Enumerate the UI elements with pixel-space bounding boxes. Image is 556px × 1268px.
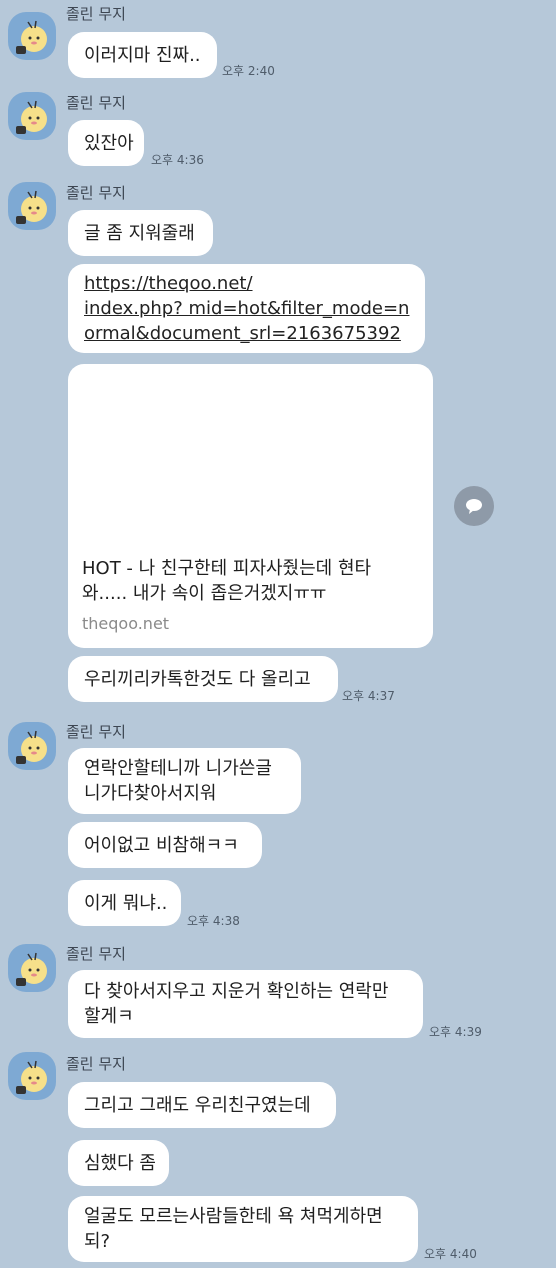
muzi-avatar-icon[interactable] <box>8 182 56 230</box>
link-preview-title: HOT - 나 친구한테 피자사줬는데 현타 와..... 내가 속이 좁은거겠… <box>82 558 372 604</box>
message-time: 오후 4:39 <box>429 1025 482 1039</box>
share-bubble-icon[interactable] <box>454 486 494 526</box>
message-bubble[interactable]: 우리끼리카톡한것도 다 올리고 <box>68 656 338 702</box>
url-line[interactable]: index.php? mid=hot&filter_mode=n <box>84 296 409 321</box>
sender-name: 졸린 무지 <box>66 184 126 202</box>
muzi-avatar-icon[interactable] <box>8 92 56 140</box>
sender-name: 졸린 무지 <box>66 945 126 963</box>
sender-name: 졸린 무지 <box>66 5 126 23</box>
message-time: 오후 4:40 <box>424 1247 477 1261</box>
message-bubble[interactable]: 연락안할테니까 니가쓴글 니가다찾아서지워 <box>68 748 301 814</box>
message-bubble[interactable]: 이게 뭐냐.. <box>68 880 181 926</box>
url-line[interactable]: ormal&document_srl=2163675392 <box>84 321 409 346</box>
message-bubble[interactable]: 심했다 좀 <box>68 1140 169 1186</box>
message-time: 오후 4:38 <box>187 914 240 928</box>
link-preview-card[interactable]: HOT - 나 친구한테 피자사줬는데 현타 와..... 내가 속이 좁은거겠… <box>68 364 433 648</box>
link-preview-domain: theqoo.net <box>82 614 170 633</box>
message-time: 오후 4:37 <box>342 689 395 703</box>
muzi-avatar-icon[interactable] <box>8 12 56 60</box>
message-bubble[interactable]: 다 찾아서지우고 지운거 확인하는 연락만 할게ㅋ <box>68 970 423 1038</box>
message-bubble[interactable]: 이러지마 진짜.. <box>68 32 217 78</box>
sender-name: 졸린 무지 <box>66 1055 126 1073</box>
sender-name: 졸린 무지 <box>66 723 126 741</box>
sender-name: 졸린 무지 <box>66 94 126 112</box>
link-message-bubble[interactable]: https://theqoo.net/ index.php? mid=hot&f… <box>68 264 425 353</box>
url-line[interactable]: https://theqoo.net/ <box>84 271 409 296</box>
muzi-avatar-icon[interactable] <box>8 944 56 992</box>
message-time: 오후 4:36 <box>151 153 204 167</box>
muzi-avatar-icon[interactable] <box>8 722 56 770</box>
message-bubble[interactable]: 얼굴도 모르는사람들한테 욕 쳐먹게하면 되? <box>68 1196 418 1262</box>
message-bubble[interactable]: 있잔아 <box>68 120 144 166</box>
message-bubble[interactable]: 그리고 그래도 우리친구였는데 <box>68 1082 336 1128</box>
message-bubble[interactable]: 어이없고 비참해ㅋㅋ <box>68 822 262 868</box>
muzi-avatar-icon[interactable] <box>8 1052 56 1100</box>
message-time: 오후 2:40 <box>222 64 275 78</box>
message-bubble[interactable]: 글 좀 지워줄래 <box>68 210 213 256</box>
